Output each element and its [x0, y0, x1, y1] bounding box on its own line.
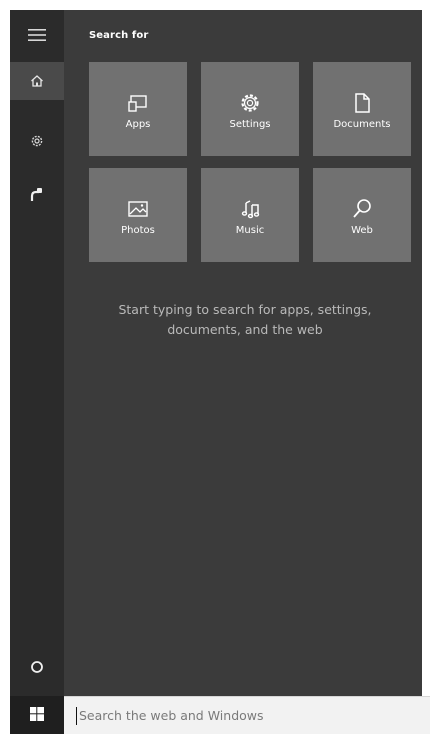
- web-search-icon: [350, 197, 374, 221]
- tile-web-label: Web: [351, 224, 373, 236]
- hamburger-menu-button[interactable]: [10, 16, 64, 54]
- settings-gear-icon: [238, 91, 262, 115]
- search-for-heading: Search for: [89, 30, 149, 41]
- sidebar: [10, 10, 64, 696]
- search-panel: Search for Apps Settings Documents Photo…: [64, 10, 422, 696]
- gear-icon: [30, 134, 44, 148]
- tile-photos[interactable]: Photos: [89, 168, 187, 262]
- tile-music[interactable]: Music: [201, 168, 299, 262]
- search-box: [64, 696, 430, 734]
- sidebar-item-home[interactable]: [10, 62, 64, 100]
- sidebar-item-cortana[interactable]: [10, 648, 64, 686]
- photo-icon: [126, 197, 150, 221]
- start-search-window: Search for Apps Settings Documents Photo…: [0, 0, 430, 734]
- tile-documents-label: Documents: [333, 118, 391, 130]
- hamburger-menu-icon: [28, 28, 46, 42]
- cortana-circle-icon: [30, 660, 44, 674]
- tile-documents[interactable]: Documents: [313, 62, 411, 156]
- tile-settings[interactable]: Settings: [201, 62, 299, 156]
- feedback-icon: [30, 187, 44, 203]
- music-note-icon: [238, 197, 262, 221]
- document-icon: [350, 91, 374, 115]
- search-input[interactable]: [77, 708, 409, 723]
- tile-settings-label: Settings: [229, 118, 271, 130]
- start-button[interactable]: [10, 696, 64, 734]
- tile-apps[interactable]: Apps: [89, 62, 187, 156]
- windows-logo-icon: [30, 706, 44, 725]
- sidebar-item-feedback[interactable]: [10, 176, 64, 214]
- home-icon: [30, 74, 44, 88]
- sidebar-item-settings[interactable]: [10, 122, 64, 160]
- tile-web[interactable]: Web: [313, 168, 411, 262]
- tile-apps-label: Apps: [125, 118, 151, 130]
- tile-photos-label: Photos: [121, 224, 155, 236]
- search-hint-text: Start typing to search for apps, setting…: [118, 302, 372, 337]
- tile-music-label: Music: [235, 224, 265, 236]
- apps-icon: [126, 91, 150, 115]
